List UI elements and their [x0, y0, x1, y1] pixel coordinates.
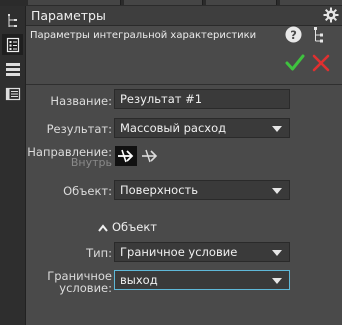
direction-inward-button[interactable] [115, 146, 137, 166]
top-tab-3[interactable] [206, 0, 277, 5]
layers-icon [5, 62, 20, 76]
left-toolbar [0, 6, 26, 325]
object-label: Объект: [63, 184, 112, 198]
type-select-value: Граничное условие [120, 245, 238, 259]
name-label: Название: [50, 94, 112, 108]
list-icon [5, 87, 20, 100]
object-section-header[interactable]: Объект [98, 220, 157, 234]
object-select-value: Поверхность [120, 183, 198, 197]
gear-icon[interactable] [323, 7, 339, 23]
hierarchy-icon[interactable] [312, 26, 326, 44]
panel-title: Параметры [31, 8, 106, 23]
boundary-condition-label-line2: условие: [59, 281, 112, 295]
svg-text:?: ? [290, 28, 297, 42]
type-label: Тип: [86, 246, 112, 260]
confirm-checkmark-icon[interactable] [285, 53, 305, 73]
properties-icon [6, 37, 19, 52]
direction-sublabel: Внутрь [70, 156, 112, 169]
toolbar-properties-button[interactable] [2, 34, 23, 55]
boundary-condition-select-value: выход [120, 273, 158, 287]
object-select[interactable]: Поверхность [114, 180, 290, 200]
chevron-up-icon [98, 223, 108, 232]
direction-outward-button[interactable] [139, 146, 161, 166]
toolbar-tree-button[interactable] [2, 10, 23, 31]
top-tab-2[interactable] [124, 0, 203, 5]
tree-icon [7, 13, 17, 27]
type-select[interactable]: Граничное условие [114, 242, 290, 262]
dropdown-arrow-icon [272, 278, 282, 284]
dropdown-arrow-icon [272, 188, 282, 194]
result-label: Результат: [46, 122, 112, 136]
toolbar-list-button[interactable] [2, 83, 23, 104]
result-select-value: Массовый расход [120, 121, 227, 135]
result-select[interactable]: Массовый расход [114, 118, 290, 138]
cancel-x-icon[interactable] [312, 54, 330, 72]
dropdown-arrow-icon [272, 126, 282, 132]
dropdown-arrow-icon [272, 250, 282, 256]
parameters-panel: Параметры Параметры интегральной характе… [26, 6, 342, 325]
panel-titlebar: Параметры [26, 6, 342, 26]
top-tab-4[interactable] [280, 0, 342, 5]
panel-subtitle: Параметры интегральной характеристики [30, 30, 257, 41]
help-icon[interactable]: ? [285, 26, 302, 43]
arrow-out-icon [142, 149, 158, 163]
name-input[interactable] [114, 89, 290, 109]
boundary-condition-select[interactable]: выход [114, 270, 290, 290]
panel-subheader: Параметры интегральной характеристики ? [26, 26, 342, 85]
toolbar-layers-button[interactable] [2, 58, 23, 79]
top-tab-1[interactable] [28, 0, 121, 5]
object-section-title: Объект [112, 220, 157, 234]
arrow-in-icon [118, 149, 134, 163]
